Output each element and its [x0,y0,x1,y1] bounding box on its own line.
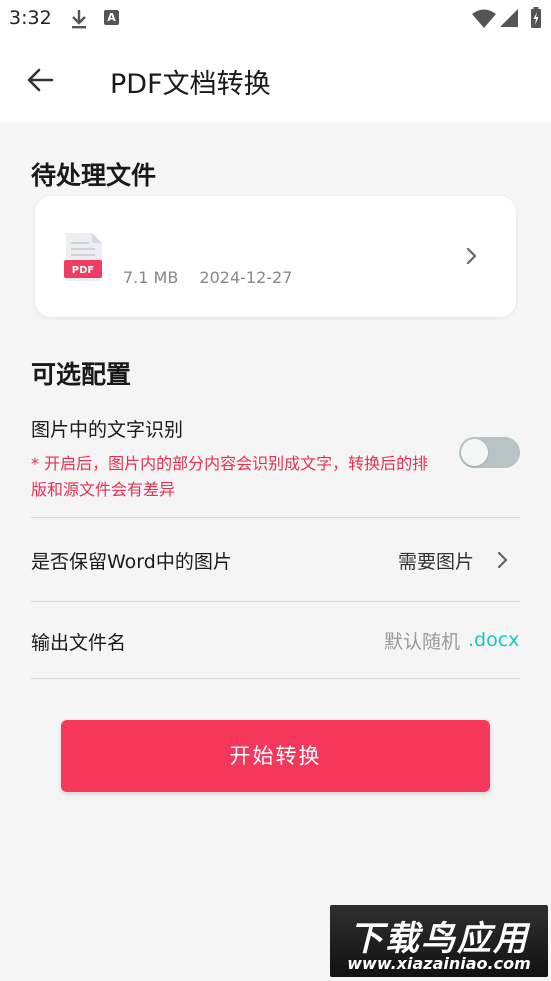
file-meta: 7.1 MB 2024-12-27 [123,268,308,287]
watermark-url: www.xiazainiao.com [347,954,531,973]
options-section-title: 可选配置 [31,360,132,389]
status-time: 3:32 [9,7,52,29]
status-bar: 3:32 A [0,0,551,38]
ocr-note: * 开启后，图片内的部分内容会识别成文字，转换后的排版和源文件会有差异 [31,454,429,499]
download-icon [70,8,88,34]
back-arrow-icon [27,68,54,92]
start-convert-button[interactable]: 开始转换 [61,720,490,792]
output-name-input[interactable] [330,628,460,656]
divider [31,678,520,679]
file-extension: .docx [468,629,520,651]
output-name-label: 输出文件名 [31,632,127,654]
a-icon: A [104,10,119,25]
battery-icon [530,7,542,33]
ocr-label: 图片中的文字识别 [31,419,184,441]
back-button[interactable] [22,62,62,98]
keep-images-label: 是否保留Word中的图片 [31,551,232,573]
pending-section-title: 待处理文件 [31,161,157,190]
keep-images-value[interactable]: 需要图片 [398,547,474,574]
file-date: 2024-12-27 [199,268,293,287]
watermark-logo: 下载鸟应用 www.xiazainiao.com [330,905,548,977]
divider [31,601,520,602]
page-title: PDF文档转换 [110,69,271,100]
pdf-file-icon: PDF [64,233,104,285]
wifi-icon [471,8,497,32]
divider [31,517,520,518]
chevron-right-icon [465,246,479,270]
file-size: 7.1 MB [123,268,179,287]
signal-icon [499,8,519,32]
file-card[interactable]: PDF 7.1 MB 2024-12-27 [35,196,516,317]
pdf-icon-label: PDF [72,265,94,276]
chevron-right-icon[interactable] [496,550,510,574]
app-bar: PDF文档转换 [0,38,551,122]
ocr-toggle[interactable] [459,437,520,468]
toggle-knob [461,439,488,466]
watermark-title: 下载鸟应用 [349,919,529,959]
